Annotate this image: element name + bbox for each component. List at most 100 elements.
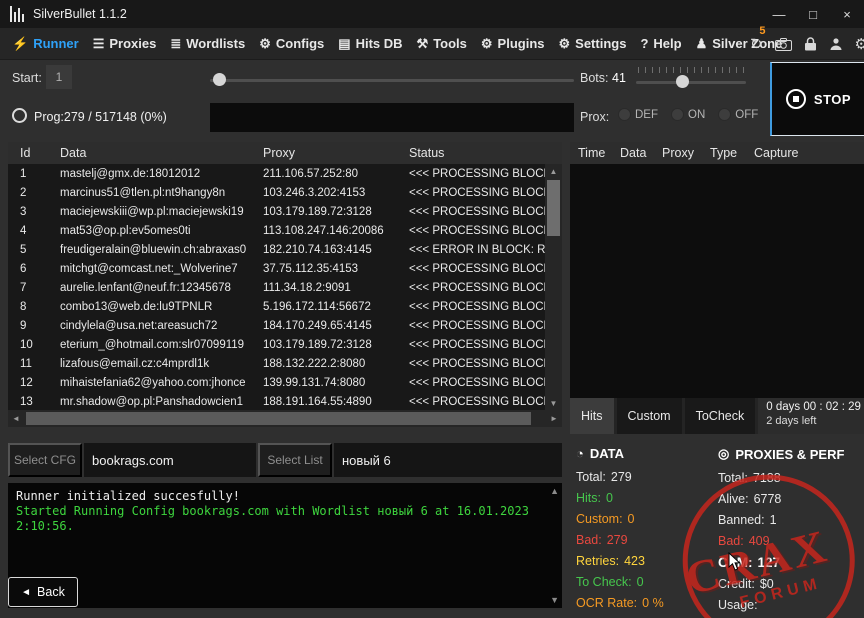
scrollbar-thumb[interactable]	[547, 180, 560, 236]
back-button[interactable]: ◄ Back	[8, 577, 78, 607]
camera-icon[interactable]	[775, 38, 792, 51]
lock-icon[interactable]	[804, 37, 817, 51]
table-row[interactable]: 1 mastelj@gmx.de:18012012 211.106.57.252…	[8, 164, 545, 183]
prox-radio[interactable]: DEF	[618, 108, 658, 121]
stop-button[interactable]: STOP	[770, 62, 864, 136]
maximize-button[interactable]: □	[796, 0, 830, 28]
stat-value: 409	[749, 534, 770, 548]
nav-item[interactable]: ☰ Proxies	[93, 36, 157, 52]
cell-id: 13	[8, 396, 52, 408]
gear-icon[interactable]: ⚙	[855, 35, 864, 53]
stat-row: Bad: 279	[576, 533, 714, 547]
progress-bar	[210, 103, 574, 132]
log-scroll-up-icon[interactable]: ▲	[550, 486, 559, 496]
cell-proxy: 211.106.57.252:80	[255, 168, 401, 180]
mouse-cursor-icon	[728, 552, 742, 572]
stat-label: Alive:	[718, 492, 749, 506]
nav-item[interactable]: ⚒ Tools	[417, 36, 467, 52]
prox-radio[interactable]: ON	[671, 108, 705, 121]
table-row[interactable]: 10 eterium_@hotmail.com:slr07099119 103.…	[8, 335, 545, 354]
stat-label: Credit:	[718, 577, 755, 591]
column-header-type[interactable]: Type	[710, 146, 754, 160]
cell-id: 7	[8, 282, 52, 294]
nav-item[interactable]: ? Help	[640, 36, 681, 51]
bots-value: 41	[612, 71, 626, 85]
column-header-proxy[interactable]: Proxy	[662, 146, 710, 160]
column-header-id[interactable]: Id	[8, 146, 52, 160]
nav-item[interactable]: ⚙ Plugins	[481, 36, 545, 52]
stat-label: Total:	[576, 470, 606, 484]
nav-item-label: Tools	[433, 36, 467, 51]
tab-button[interactable]: Custom	[617, 398, 682, 434]
table-row[interactable]: 13 mr.shadow@op.pl:Panshadowcien1 188.19…	[8, 392, 545, 410]
app-logo-icon	[10, 6, 24, 22]
tab-button[interactable]: Hits	[570, 398, 614, 434]
table-row[interactable]: 2 marcinus51@tlen.pl:nt9hangy8n 103.246.…	[8, 183, 545, 202]
cell-proxy: 188.191.164.55:4890	[255, 396, 401, 408]
table-row[interactable]: 8 combo13@web.de:lu9TPNLR 5.196.172.114:…	[8, 297, 545, 316]
nav-item[interactable]: ⚙ Configs	[259, 36, 324, 52]
nav-item-icon: ☰	[93, 36, 105, 52]
nav-item-icon: ⚙	[259, 36, 271, 52]
nav-item[interactable]: ⚡ Runner	[12, 36, 79, 52]
table-row[interactable]: 11 lizafous@email.cz:c4mprdl1k 188.132.2…	[8, 354, 545, 373]
prox-radio[interactable]: OFF	[718, 108, 758, 121]
log-scroll-down-icon[interactable]: ▼	[550, 595, 559, 605]
selected-wordlist-field[interactable]: новый 6	[334, 443, 562, 477]
cell-data: maciejewskiii@wp.pl:maciejewski19	[52, 206, 255, 218]
horizontal-scrollbar[interactable]: ◄ ►	[8, 410, 562, 427]
log-line: Started Running Config bookrags.com with…	[16, 504, 546, 534]
table-row[interactable]: 7 aurelie.lenfant@neuf.fr:12345678 111.3…	[8, 278, 545, 297]
start-slider[interactable]	[210, 72, 574, 88]
select-list-button[interactable]: Select List	[258, 443, 332, 477]
close-button[interactable]: ×	[830, 0, 864, 28]
progress-value: 279 / 517148 (0%)	[64, 110, 167, 124]
table-row[interactable]: 6 mitchgt@comcast.net:_Wolverine7 37.75.…	[8, 259, 545, 278]
radio-circle-icon	[671, 108, 684, 121]
cell-id: 9	[8, 320, 52, 332]
column-header-proxy[interactable]: Proxy	[255, 146, 401, 160]
scroll-right-icon[interactable]: ►	[546, 410, 562, 427]
table-row[interactable]: 12 mihaistefania62@yahoo.com:jhonce 139.…	[8, 373, 545, 392]
stat-row: Usage:	[718, 598, 864, 612]
start-input[interactable]	[46, 65, 72, 89]
vertical-scrollbar[interactable]: ▲ ▼	[545, 164, 562, 410]
column-header-time[interactable]: Time	[578, 146, 620, 160]
table-row[interactable]: 4 mat53@op.pl:ev5omes0ti 113.108.247.146…	[8, 221, 545, 240]
update-badge: 5	[759, 25, 765, 37]
nav-item[interactable]: ≣ Wordlists	[170, 36, 245, 52]
scroll-left-icon[interactable]: ◄	[8, 410, 24, 427]
slider-thumb[interactable]	[213, 73, 226, 86]
scroll-up-icon[interactable]: ▲	[545, 164, 562, 178]
slider-thumb[interactable]	[676, 75, 689, 88]
minimize-button[interactable]: —	[762, 0, 796, 28]
back-arrow-icon: ◄	[21, 587, 31, 598]
slider-track	[636, 81, 746, 84]
scroll-down-icon[interactable]: ▼	[545, 396, 562, 410]
titlebar: SilverBullet 1.1.2 — □ ×	[0, 0, 864, 28]
table-row[interactable]: 5 freudigeralain@bluewin.ch:abraxas0 182…	[8, 240, 545, 259]
nav-item-label: Hits DB	[356, 36, 403, 51]
results-table-header: Id Data Proxy Status	[8, 142, 562, 164]
selected-config-field[interactable]: bookrags.com	[84, 443, 256, 477]
column-header-status[interactable]: Status	[401, 146, 545, 160]
bots-slider[interactable]	[636, 66, 746, 92]
tab-button[interactable]: ToCheck	[685, 398, 756, 434]
history-icon[interactable]: ↻ 5	[750, 35, 763, 53]
nav-item-icon: ⚙	[481, 36, 493, 52]
nav-item[interactable]: ⚙ Settings	[559, 36, 627, 52]
table-row[interactable]: 3 maciejewskiii@wp.pl:maciejewski19 103.…	[8, 202, 545, 221]
table-row[interactable]: 9 cindylela@usa.net:areasuch72 184.170.2…	[8, 316, 545, 335]
cell-id: 10	[8, 339, 52, 351]
stat-label: To Check:	[576, 575, 632, 589]
nav-bar: ⚡ Runner ☰ Proxies ≣ Wordlists ⚙ Configs…	[0, 28, 864, 60]
stat-label: Total:	[718, 471, 748, 485]
user-icon[interactable]	[829, 37, 843, 51]
nav-item[interactable]: ▤ Hits DB	[338, 36, 402, 52]
column-header-data[interactable]: Data	[620, 146, 662, 160]
scrollbar-thumb[interactable]	[26, 412, 531, 425]
column-header-capture[interactable]: Capture	[754, 146, 864, 160]
column-header-data[interactable]: Data	[52, 146, 255, 160]
proxies-panel-icon: ◎	[718, 446, 729, 462]
select-cfg-button[interactable]: Select CFG	[8, 443, 82, 477]
